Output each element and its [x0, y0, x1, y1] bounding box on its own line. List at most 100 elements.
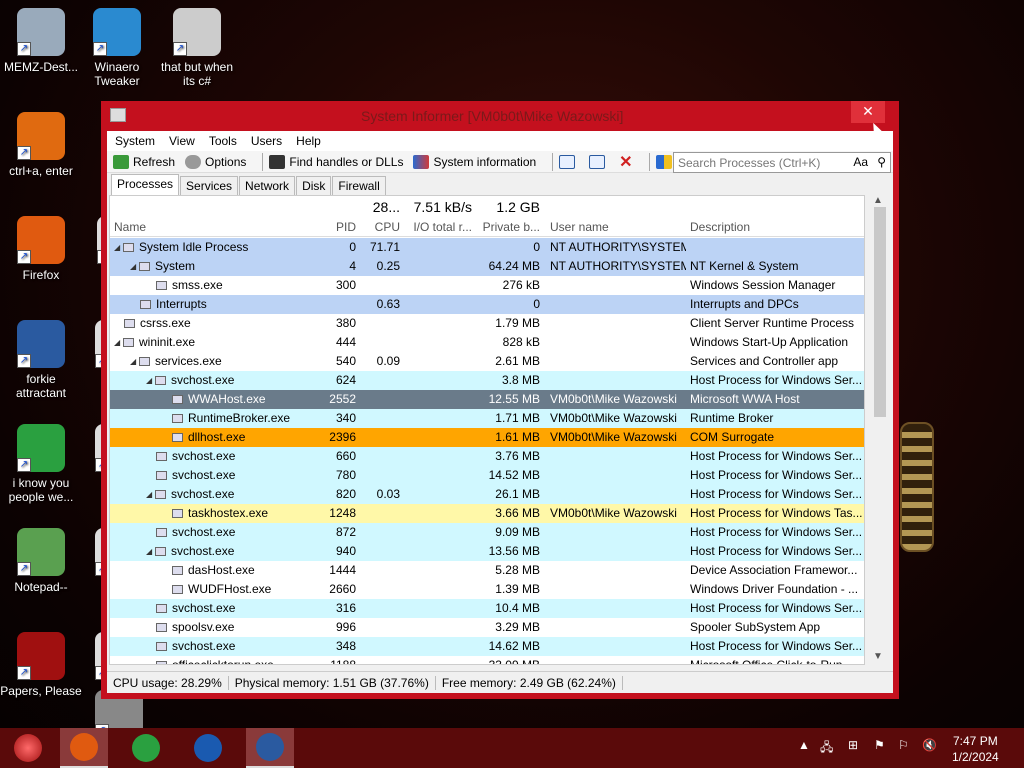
table-row[interactable]: ◢ svchost.exe 624 3.8 MB Host Process for Wi… [110, 371, 864, 390]
taskbar-app-button[interactable] [60, 728, 108, 768]
network-icon[interactable]: 🖧 [820, 738, 833, 759]
cell-pid: 316 [335, 601, 356, 615]
table-row[interactable]: taskhostex.exe 1248 3.66 MB VM0b0t\Mike Waz… [110, 504, 864, 523]
table-row[interactable]: svchost.exe 348 14.62 MB Host Process for W… [110, 637, 864, 656]
wifi-icon[interactable]: ⚐ [898, 738, 909, 752]
table-row[interactable]: ◢ services.exe 540 0.09 2.61 MB Services and … [110, 352, 864, 371]
taskbar-app-button[interactable] [246, 728, 294, 768]
col-private[interactable]: Private b... [472, 218, 540, 237]
desktop-icon[interactable]: ↗ Winaero Tweaker [76, 8, 158, 88]
desktop-icon[interactable]: ↗ forkie attractant [0, 320, 82, 400]
table-row[interactable]: svchost.exe 316 10.4 MB Host Process for Wi… [110, 599, 864, 618]
table-row[interactable]: officeclicktorun.exe 1188 33.09 MB Microsof… [110, 656, 864, 665]
process-name: svchost.exe [172, 601, 236, 615]
table-row[interactable]: Interrupts 0.63 0 Interrupts and DPCs [110, 295, 864, 314]
windows-icon[interactable]: ⊞ [848, 738, 858, 752]
expand-toggle-icon[interactable]: ◢ [130, 352, 139, 371]
window-button[interactable] [559, 154, 579, 169]
expand-toggle-icon[interactable]: ◢ [146, 542, 155, 561]
desktop-icon[interactable]: ↗ Notepad-- [0, 528, 82, 594]
find-handles-button[interactable]: Find handles or DLLs [269, 154, 403, 169]
clock[interactable]: 7:47 PM 1/2/2024 [952, 733, 999, 765]
process-icon [155, 547, 166, 557]
col-cpu[interactable]: CPU [358, 218, 400, 237]
taskbar-app-button[interactable] [122, 728, 170, 768]
table-row[interactable]: ◢ System Idle Process 0 71.71 0 NT AUTHORITY\… [110, 238, 864, 257]
binoculars-icon [269, 154, 286, 169]
cell-priv: 33.09 MB [488, 658, 540, 665]
table-row[interactable]: dllhost.exe 2396 1.61 MB VM0b0t\Mike Wazows… [110, 428, 864, 447]
terminate-button[interactable]: ✕ [619, 152, 632, 172]
table-row[interactable]: ◢ svchost.exe 940 13.56 MB Host Process for … [110, 542, 864, 561]
table-row[interactable]: WWAHost.exe 2552 12.55 MB VM0b0t\Mike Wazow… [110, 390, 864, 409]
cell-pid: 348 [335, 639, 356, 653]
scroll-thumb[interactable] [874, 207, 886, 417]
volume-muted-icon[interactable]: 🔇 [922, 738, 937, 752]
show-hidden-icons[interactable]: ▲ [798, 738, 810, 752]
table-row[interactable]: csrss.exe 380 1.79 MB Client Server Runtime… [110, 314, 864, 333]
table-row[interactable]: dasHost.exe 1444 5.28 MB Device Association… [110, 561, 864, 580]
desktop-icon[interactable]: ↗ Papers, Please [0, 632, 82, 698]
table-row[interactable]: WUDFHost.exe 2660 1.39 MB Windows Driver Fo… [110, 580, 864, 599]
col-name[interactable]: Name [114, 218, 310, 237]
system-information-button[interactable]: System information [413, 154, 536, 169]
desktop-icon[interactable]: ↗ Firefox [0, 216, 82, 282]
search-processes-input[interactable]: Search Processes (Ctrl+K) Aa ⚲ [673, 152, 891, 173]
system-informer-window[interactable]: System Informer [VM0b0t\Mike Wazowski] ✕… [101, 101, 899, 699]
menu-help[interactable]: Help [296, 134, 321, 148]
go-to-button[interactable] [589, 154, 609, 169]
desktop-icon[interactable]: ↗ that but when its c# [156, 8, 238, 88]
cell-pid: 780 [335, 468, 356, 482]
start-button[interactable] [4, 728, 52, 768]
table-row[interactable]: ◢ wininit.exe 444 828 kB Windows Start-Up Ap… [110, 333, 864, 352]
tab-disk[interactable]: Disk [296, 176, 332, 195]
case-sensitive-toggle[interactable]: Aa [853, 155, 868, 169]
col-description[interactable]: Description [690, 218, 862, 237]
flag-icon[interactable]: ⚑ [874, 738, 885, 752]
tab-firewall[interactable]: Firewall [332, 176, 386, 195]
cell-priv: 26.1 MB [495, 487, 540, 501]
table-row[interactable]: ◢ svchost.exe 820 0.03 26.1 MB Host Process f… [110, 485, 864, 504]
expand-toggle-icon[interactable]: ◢ [114, 238, 123, 257]
col-pid[interactable]: PID [310, 218, 356, 237]
process-tree[interactable]: 28... 7.51 kB/s 1.2 GB Name PID CPU I/O … [109, 195, 865, 665]
desktop-icon[interactable]: ↗ MEMZ-Dest... [0, 8, 82, 74]
table-row[interactable]: svchost.exe 780 14.52 MB Host Process for W… [110, 466, 864, 485]
desktop-icon[interactable]: ↗ ctrl+a, enter [0, 112, 82, 178]
table-row[interactable]: spoolsv.exe 996 3.29 MB Spooler SubSystem A… [110, 618, 864, 637]
cell-priv: 2.61 MB [495, 354, 540, 368]
monitor-gear-icon: ↗ [17, 320, 65, 368]
desktop-icon-label: forkie attractant [15, 372, 67, 400]
menu-tools[interactable]: Tools [209, 134, 237, 148]
expand-toggle-icon[interactable]: ◢ [114, 333, 123, 352]
process-icon [172, 414, 183, 424]
tab-network[interactable]: Network [239, 176, 296, 195]
tab-processes[interactable]: Processes [111, 174, 180, 195]
table-row[interactable]: RuntimeBroker.exe 340 1.71 MB VM0b0t\Mike W… [110, 409, 864, 428]
process-icon [172, 585, 183, 595]
desktop-icon[interactable]: ↗ i know you people we... [0, 424, 82, 504]
table-row[interactable]: ◢ System 4 0.25 64.24 MB NT AUTHORITY\SYSTEM N… [110, 257, 864, 276]
expand-toggle-icon[interactable]: ◢ [130, 257, 139, 276]
taskbar-app-button[interactable] [184, 728, 232, 768]
process-icon [140, 300, 151, 310]
options-button[interactable]: Options [185, 154, 246, 169]
tab-services[interactable]: Services [180, 176, 239, 195]
refresh-button[interactable]: Refresh [113, 154, 175, 169]
menu-system[interactable]: System [115, 134, 155, 148]
title-bar[interactable]: System Informer [VM0b0t\Mike Wazowski] ✕ [101, 101, 899, 131]
table-row[interactable]: svchost.exe 872 9.09 MB Host Process for Wi… [110, 523, 864, 542]
col-user[interactable]: User name [550, 218, 686, 237]
expand-toggle-icon[interactable]: ◢ [146, 371, 155, 390]
shortcut-arrow-icon: ↗ [17, 562, 31, 576]
scroll-down-icon[interactable]: ▼ [873, 651, 883, 662]
table-row[interactable]: smss.exe 300 276 kB Windows Session Manager [110, 276, 864, 295]
menu-users[interactable]: Users [251, 134, 282, 148]
expand-toggle-icon[interactable]: ◢ [146, 485, 155, 504]
search-icon[interactable]: ⚲ [877, 155, 886, 169]
col-io[interactable]: I/O total r... [400, 218, 472, 237]
menu-view[interactable]: View [169, 134, 195, 148]
scroll-up-icon[interactable]: ▲ [873, 195, 883, 206]
vertical-scrollbar[interactable]: ▲ ▼ [867, 195, 891, 665]
table-row[interactable]: svchost.exe 660 3.76 MB Host Process for Wi… [110, 447, 864, 466]
